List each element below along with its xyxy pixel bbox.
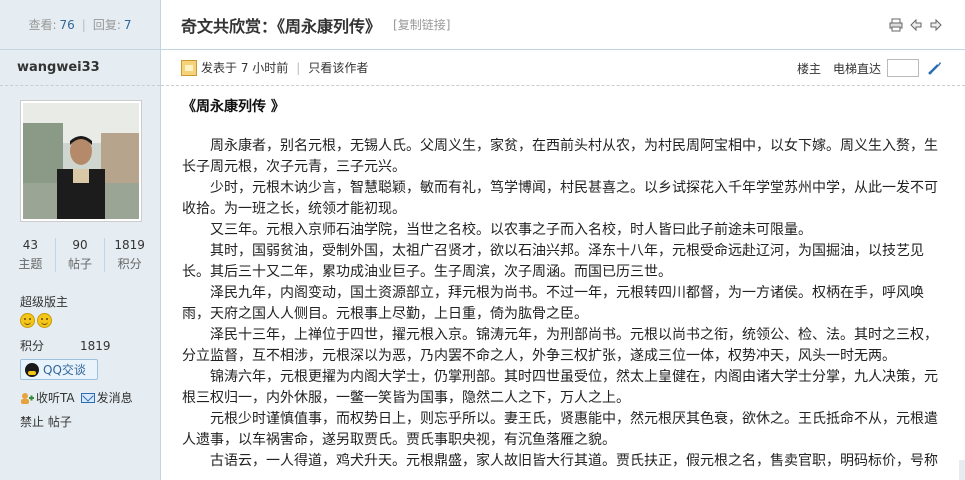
avatar[interactable] xyxy=(20,100,142,222)
stat-label: 主题 xyxy=(18,257,43,271)
user-posts-link[interactable]: 帖子 xyxy=(48,415,72,429)
qq-chat-label: QQ交谈 xyxy=(43,363,86,377)
send-message-link[interactable]: 发消息 xyxy=(80,389,133,406)
copy-link[interactable]: [复制链接] xyxy=(393,16,450,33)
post-paragraph: 少时，元根木讷少言，智慧聪颖，敏而有礼，笃学博闻，村民甚喜之。以乡试探花入千年学… xyxy=(182,180,938,217)
post-paragraph: 泽民十三年，上禅位于四世，擢元根入京。锦涛元年，为刑部尚书。元根以尚书之衔，统领… xyxy=(182,327,938,364)
follow-label: 收听TA xyxy=(36,391,75,405)
stats-divider: | xyxy=(81,17,86,32)
post-time: 发表于 7 小时前 xyxy=(201,61,289,75)
smiley-icon xyxy=(37,313,52,328)
stat-label: 帖子 xyxy=(68,257,93,271)
author-sidebar: wangwei33 43 主题 90 帖子 1819 积分 超级版主 积分 18… xyxy=(0,50,161,480)
stat-threads[interactable]: 43 主题 xyxy=(6,238,55,272)
only-author-link[interactable]: 只看该作者 xyxy=(308,59,368,76)
stat-label: 积分 xyxy=(117,257,142,271)
user-actions: 收听TA 发消息 xyxy=(20,389,133,406)
stat-value: 1819 xyxy=(114,238,145,252)
post-paragraph: 周永康者，别名元根，无锡人氏。父周义生，家贫，在西前头村从农，为村民周阿宝相中，… xyxy=(182,138,938,175)
thread-stats: 查看: 76 | 回复: 7 xyxy=(0,0,161,50)
post-content: 《周永康列传 》 周永康者，别名元根，无锡人氏。父周义生，家贫，在西前头村从农，… xyxy=(182,96,942,472)
stat-value: 43 xyxy=(22,238,38,252)
replies-label: 回复: xyxy=(92,18,121,32)
follow-link[interactable]: 收听TA xyxy=(20,389,75,406)
ban-user-link[interactable]: 禁止 xyxy=(20,415,44,429)
post-meta: 发表于 7 小时前 | 只看该作者 楼主 电梯直达 xyxy=(161,50,965,86)
post-paragraph: 泽民九年，内阁变动，国土资源部立，拜元根为尚书。不过一年，元根转四川都督，为一方… xyxy=(182,285,924,322)
post-nav: 楼主 电梯直达 xyxy=(797,59,943,77)
go-icon[interactable] xyxy=(927,60,943,76)
title-icons xyxy=(889,18,943,32)
thread-title-bar: 奇文共欣赏：《周永康列传》 [复制链接] xyxy=(161,0,965,50)
medals xyxy=(20,313,52,328)
moderation-links: 禁止 帖子 xyxy=(20,413,72,430)
meta-divider: | xyxy=(296,60,301,75)
stat-posts[interactable]: 90 帖子 xyxy=(54,238,105,272)
post-title: 《周永康列传 》 xyxy=(182,99,285,115)
add-friend-icon xyxy=(21,392,34,404)
post-paragraph: 古语云，一人得道，鸡犬升天。元根鼎盛，家人故旧皆大行其道。贾氏扶正，假元根之名，… xyxy=(182,453,938,469)
post-paragraph: 元根少时谨慎值事，而权势日上，则忘乎所以。妻王氏，贤惠能中，然元根厌其色衰，欲休… xyxy=(182,411,938,448)
elevator-label: 电梯直达 xyxy=(832,61,881,76)
avatar-photo xyxy=(23,103,139,219)
stat-credits[interactable]: 1819 积分 xyxy=(104,238,154,272)
points-label: 积分 xyxy=(20,339,45,353)
user-points: 积分 1819 xyxy=(20,337,111,354)
next-thread-icon[interactable] xyxy=(929,18,943,32)
post-body: 周永康者，别名元根，无锡人氏。父周义生，家贫，在西前头村从农，为村民周阿宝相中，… xyxy=(182,136,942,472)
online-status-icon xyxy=(181,59,197,76)
qq-chat-button[interactable]: QQ交谈 xyxy=(20,359,98,380)
post-paragraph: 其时，国弱贫油，受制外国，太祖广召贤才，欲以石油兴邦。泽东十八年，元根受命远赴辽… xyxy=(182,243,924,280)
replies-count: 7 xyxy=(123,17,132,32)
smiley-icon xyxy=(20,313,35,328)
author-username[interactable]: wangwei33 xyxy=(0,50,160,86)
send-message-label: 发消息 xyxy=(96,391,133,405)
prev-thread-icon[interactable] xyxy=(909,18,923,32)
stat-value: 90 xyxy=(72,238,88,252)
qq-penguin-icon xyxy=(25,362,39,377)
user-group[interactable]: 超级版主 xyxy=(20,293,68,310)
views-label: 查看: xyxy=(28,18,57,32)
thread-title: 奇文共欣赏：《周永康列传》 xyxy=(181,16,382,36)
post-paragraph: 又三年。元根入京师石油学院，当世之名校。以农事之子而入名校，时人皆曰此子前途未可… xyxy=(182,222,812,238)
points-value: 1819 xyxy=(80,339,111,353)
floor-label[interactable]: 楼主 xyxy=(797,60,821,77)
print-icon[interactable] xyxy=(889,18,903,32)
mail-icon xyxy=(80,392,95,403)
post-paragraph: 锦涛六年，元根更擢为内阁大学士，仍掌刑部。其时四世虽受位，然太上皇健在，内阁由诸… xyxy=(182,369,938,406)
floor-jump-input[interactable] xyxy=(887,59,919,77)
views-count: 76 xyxy=(59,17,75,32)
scrollbar-fragment xyxy=(959,460,965,480)
author-stats: 43 主题 90 帖子 1819 积分 xyxy=(0,238,160,272)
